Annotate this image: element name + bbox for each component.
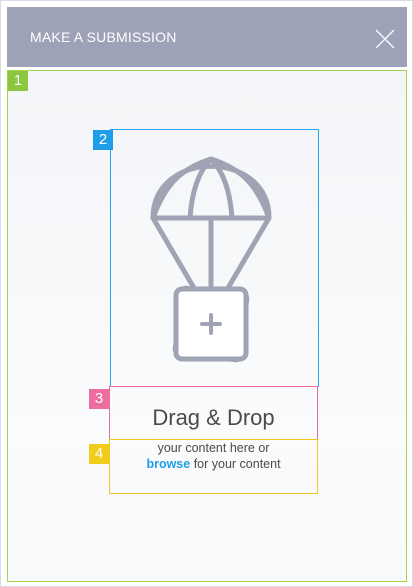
browse-link[interactable]: browse xyxy=(146,457,190,471)
submission-modal: MAKE A SUBMISSION 1 2 Drag & Drop 3 your… xyxy=(0,0,413,587)
annotation-badge-1: 1 xyxy=(8,71,28,91)
upload-hint-browse-line: browse for your content xyxy=(110,456,317,472)
annotation-badge-3: 3 xyxy=(89,389,109,409)
upload-hint-region: your content here or browse for your con… xyxy=(109,439,318,494)
annotation-badge-2: 2 xyxy=(93,130,113,150)
drop-zone-panel[interactable]: 1 2 Drag & Drop 3 your content here or b… xyxy=(7,70,407,582)
drag-drop-heading-region: Drag & Drop xyxy=(109,386,318,440)
upload-hint-suffix: for your content xyxy=(190,457,281,471)
parachute-icon xyxy=(150,156,272,363)
drop-illustration-region xyxy=(110,129,319,387)
modal-header: MAKE A SUBMISSION xyxy=(7,7,407,67)
annotation-badge-4: 4 xyxy=(89,444,109,464)
modal-title: MAKE A SUBMISSION xyxy=(30,29,177,45)
drag-drop-title: Drag & Drop xyxy=(152,405,275,430)
upload-hint-text: your content here or xyxy=(157,441,270,455)
close-icon[interactable] xyxy=(373,27,397,51)
